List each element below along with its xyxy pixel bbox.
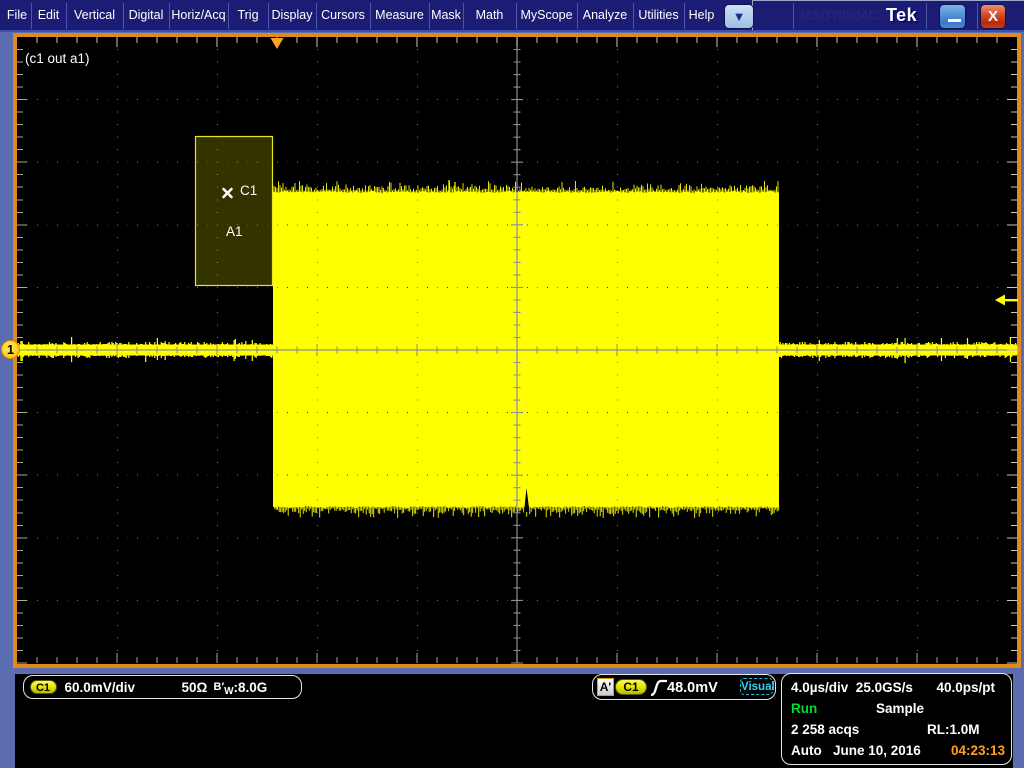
svg-text:A1: A1 [226,224,243,239]
svg-text:C1: C1 [240,183,257,198]
